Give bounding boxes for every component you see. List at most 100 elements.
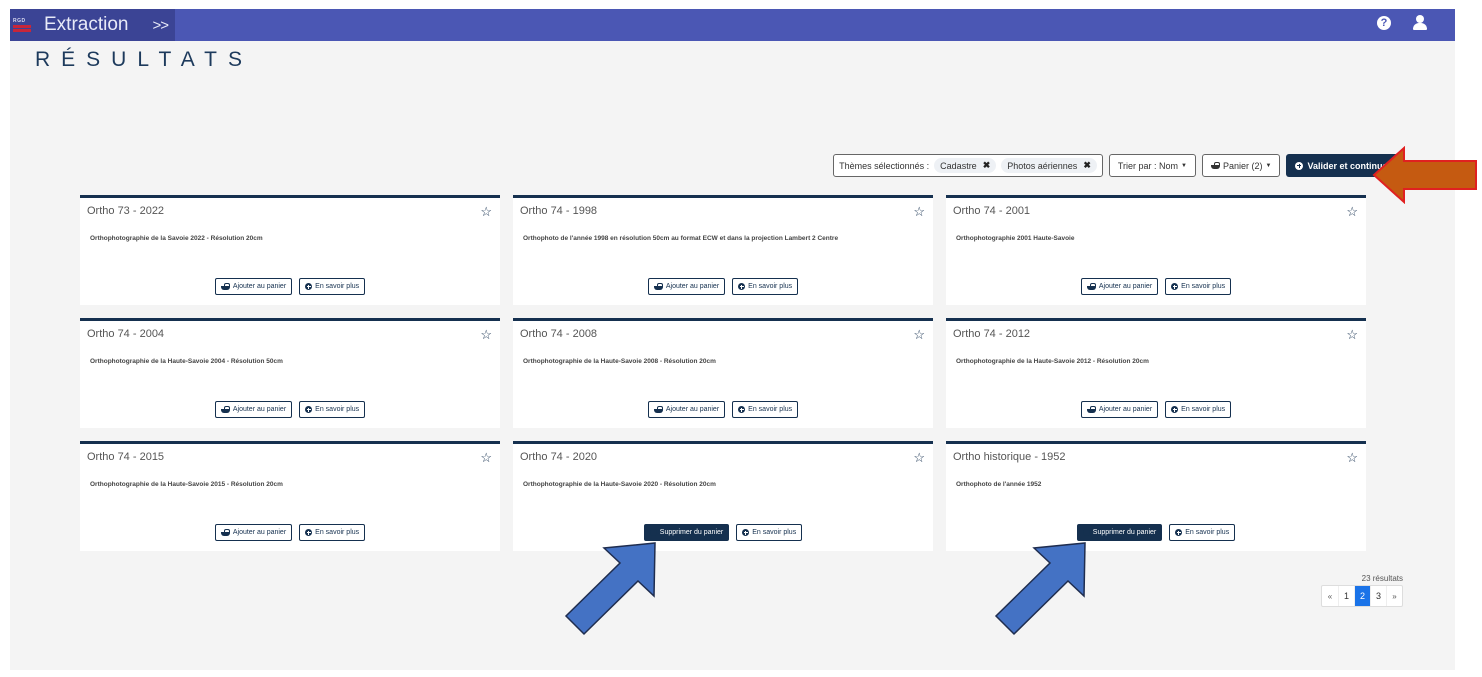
learn-more-button[interactable]: En savoir plus	[299, 401, 366, 418]
prev-page-button[interactable]: «	[1322, 586, 1338, 606]
card-actions: Ajouter au panier En savoir plus	[513, 278, 933, 295]
add-to-basket-button[interactable]: Ajouter au panier	[1080, 278, 1159, 295]
add-to-basket-button[interactable]: Ajouter au panier	[214, 278, 293, 295]
page-button[interactable]: 1	[1338, 586, 1354, 606]
card-title: Ortho 74 - 2015	[87, 451, 165, 463]
remove-from-basket-button[interactable]: Supprimer du panier	[643, 524, 730, 541]
card-actions: Ajouter au panier En savoir plus	[946, 278, 1366, 295]
card-description: Orthophotographie de la Haute-Savoie 202…	[523, 481, 716, 488]
result-card: Ortho 73 - 2022 ☆ Orthophotographie de la …	[80, 195, 500, 305]
plus-circle-icon	[305, 529, 313, 536]
learn-more-button[interactable]: En savoir plus	[1169, 524, 1236, 541]
remove-from-basket-button[interactable]: Supprimer du panier	[1076, 524, 1163, 541]
user-icon[interactable]	[1413, 15, 1427, 30]
card-actions: Ajouter au panier En savoir plus	[80, 524, 500, 541]
add-to-basket-button[interactable]: Ajouter au panier	[647, 401, 726, 418]
star-icon[interactable]: ☆	[480, 327, 492, 343]
add-to-basket-button[interactable]: Ajouter au panier	[1080, 401, 1159, 418]
minus-circle-icon	[1082, 529, 1090, 536]
theme-chip: Photos aériennes ✖	[1001, 158, 1097, 173]
page-title: RÉSULTATS	[35, 48, 254, 71]
add-to-basket-button[interactable]: Ajouter au panier	[214, 524, 293, 541]
brand: RGD Extraction >>	[10, 9, 175, 41]
add-to-basket-button[interactable]: Ajouter au panier	[214, 401, 293, 418]
star-icon[interactable]: ☆	[1346, 204, 1358, 220]
plus-circle-icon	[738, 283, 746, 290]
learn-more-button[interactable]: En savoir plus	[299, 524, 366, 541]
logo: RGD	[13, 14, 37, 36]
result-card: Ortho 74 - 2004 ☆ Orthophotographie de la …	[80, 318, 500, 428]
card-description: Orthophotographie de la Haute-Savoie 200…	[523, 358, 716, 365]
plus-circle-icon	[738, 406, 746, 413]
basket-icon	[220, 283, 230, 290]
basket-icon	[653, 283, 663, 290]
close-icon[interactable]: ✖	[983, 160, 991, 171]
card-description: Orthophotographie de la Haute-Savoie 201…	[90, 481, 283, 488]
card-description: Orthophotographie 2001 Haute-Savoie	[956, 235, 1075, 242]
results-grid: Ortho 73 - 2022 ☆ Orthophotographie de la …	[80, 195, 1367, 551]
card-description: Orthophotographie de la Savoie 2022 - Ré…	[90, 235, 263, 242]
result-card: Ortho historique - 1952 ☆ Orthophoto de l'…	[946, 441, 1366, 551]
result-card: Ortho 74 - 2001 ☆ Orthophotographie 2001 H…	[946, 195, 1366, 305]
selected-themes: Thèmes sélectionnés : Cadastre ✖ Photos …	[833, 154, 1103, 177]
basket-icon	[220, 529, 230, 536]
learn-more-button[interactable]: En savoir plus	[732, 401, 799, 418]
basket-icon	[1086, 406, 1096, 413]
top-bar: RGD Extraction >> ?	[10, 9, 1455, 41]
star-icon[interactable]: ☆	[913, 450, 925, 466]
star-icon[interactable]: ☆	[480, 204, 492, 220]
logo-text: RGD	[13, 17, 26, 24]
card-actions: Supprimer du panier En savoir plus	[513, 524, 933, 541]
plus-circle-icon	[305, 406, 313, 413]
card-title: Ortho historique - 1952	[953, 451, 1066, 463]
results-count: 23 résultats	[1361, 574, 1403, 583]
basket-icon	[1086, 283, 1096, 290]
result-card: Ortho 74 - 2020 ☆ Orthophotographie de la …	[513, 441, 933, 551]
learn-more-button[interactable]: En savoir plus	[732, 278, 799, 295]
help-icon[interactable]: ?	[1377, 15, 1391, 30]
card-title: Ortho 74 - 2008	[520, 328, 598, 340]
card-title: Ortho 74 - 1998	[520, 205, 598, 217]
learn-more-button[interactable]: En savoir plus	[1165, 278, 1232, 295]
caret-down-icon: ▼	[1265, 162, 1272, 169]
card-title: Ortho 74 - 2012	[953, 328, 1031, 340]
learn-more-button[interactable]: En savoir plus	[736, 524, 803, 541]
learn-more-button[interactable]: En savoir plus	[1165, 401, 1232, 418]
card-description: Orthophoto de l'année 1952	[956, 481, 1042, 488]
themes-label: Thèmes sélectionnés :	[839, 160, 930, 171]
card-actions: Ajouter au panier En savoir plus	[80, 278, 500, 295]
validate-continue-button[interactable]: Valider et continuer	[1286, 154, 1400, 177]
plus-circle-icon	[1175, 529, 1183, 536]
learn-more-button[interactable]: En savoir plus	[299, 278, 366, 295]
card-title: Ortho 74 - 2004	[87, 328, 165, 340]
plus-circle-icon	[1171, 406, 1179, 413]
pagination: « 1 2 3 »	[1321, 585, 1403, 607]
card-title: Ortho 74 - 2001	[953, 205, 1031, 217]
basket-icon	[653, 406, 663, 413]
star-icon[interactable]: ☆	[480, 450, 492, 466]
sort-dropdown[interactable]: Trier par : Nom ▼	[1108, 154, 1196, 177]
plus-circle-icon	[1171, 283, 1179, 290]
next-page-button[interactable]: »	[1386, 586, 1402, 606]
star-icon[interactable]: ☆	[913, 327, 925, 343]
basket-icon	[220, 406, 230, 413]
page-button[interactable]: 3	[1370, 586, 1386, 606]
expand-menu-button[interactable]: >>	[152, 17, 169, 34]
close-icon[interactable]: ✖	[1083, 160, 1091, 171]
star-icon[interactable]: ☆	[1346, 450, 1358, 466]
card-description: Orthophoto de l'année 1998 en résolution…	[523, 235, 839, 242]
basket-icon	[1211, 162, 1220, 169]
result-card: Ortho 74 - 1998 ☆ Orthophoto de l'année 19…	[513, 195, 933, 305]
card-description: Orthophotographie de la Haute-Savoie 201…	[956, 358, 1149, 365]
plus-circle-icon	[742, 529, 750, 536]
card-title: Ortho 74 - 2020	[520, 451, 598, 463]
result-card: Ortho 74 - 2015 ☆ Orthophotographie de la …	[80, 441, 500, 551]
basket-dropdown[interactable]: Panier (2) ▼	[1202, 154, 1281, 177]
card-actions: Supprimer du panier En savoir plus	[946, 524, 1366, 541]
star-icon[interactable]: ☆	[1346, 327, 1358, 343]
star-icon[interactable]: ☆	[913, 204, 925, 220]
card-title: Ortho 73 - 2022	[87, 205, 165, 217]
page-button-current[interactable]: 2	[1354, 586, 1370, 606]
result-card: Ortho 74 - 2012 ☆ Orthophotographie de la …	[946, 318, 1366, 428]
add-to-basket-button[interactable]: Ajouter au panier	[647, 278, 726, 295]
